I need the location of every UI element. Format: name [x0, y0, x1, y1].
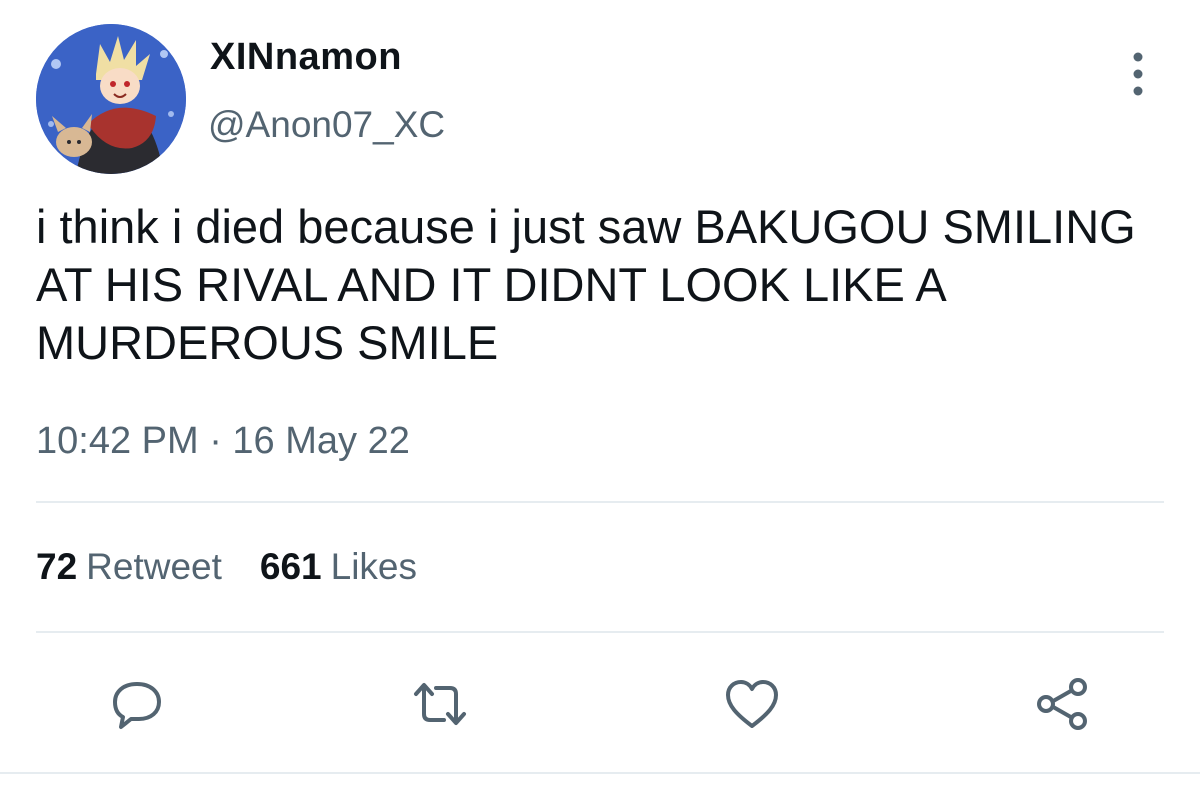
like-button[interactable]	[722, 674, 782, 734]
avatar-image	[36, 24, 186, 174]
display-name[interactable]: XINnamon	[210, 36, 402, 79]
retweet-button[interactable]	[410, 674, 470, 734]
divider	[0, 772, 1200, 774]
likes-label: Likes	[330, 546, 418, 587]
tweet-text: i think i died because i just saw BAKUGO…	[36, 200, 1136, 369]
more-options-button[interactable]	[1118, 50, 1158, 98]
retweets-stat[interactable]: 72 Retweet	[36, 546, 222, 588]
share-icon	[1037, 678, 1087, 730]
likes-count: 661	[259, 546, 322, 587]
user-handle[interactable]: @Anon07_XC	[208, 104, 445, 146]
retweet-icon	[414, 683, 466, 725]
divider	[36, 631, 1164, 633]
avatar[interactable]	[36, 24, 186, 174]
tweet-timestamp[interactable]: 10:42 PM · 16 May 22	[36, 420, 410, 463]
share-button[interactable]	[1032, 674, 1092, 734]
divider	[36, 501, 1164, 503]
heart-icon	[726, 680, 778, 728]
tweet-card: XINnamon @Anon07_XC i think i died becau…	[0, 0, 1200, 791]
retweets-label: Retweet	[86, 546, 222, 587]
likes-stat[interactable]: 661 Likes	[260, 546, 417, 588]
tweet-stats: 72 Retweet 661 Likes	[36, 546, 417, 588]
retweets-count: 72	[36, 546, 78, 587]
reply-icon	[113, 682, 161, 729]
more-vertical-icon	[1133, 52, 1143, 96]
reply-button[interactable]	[107, 674, 167, 734]
